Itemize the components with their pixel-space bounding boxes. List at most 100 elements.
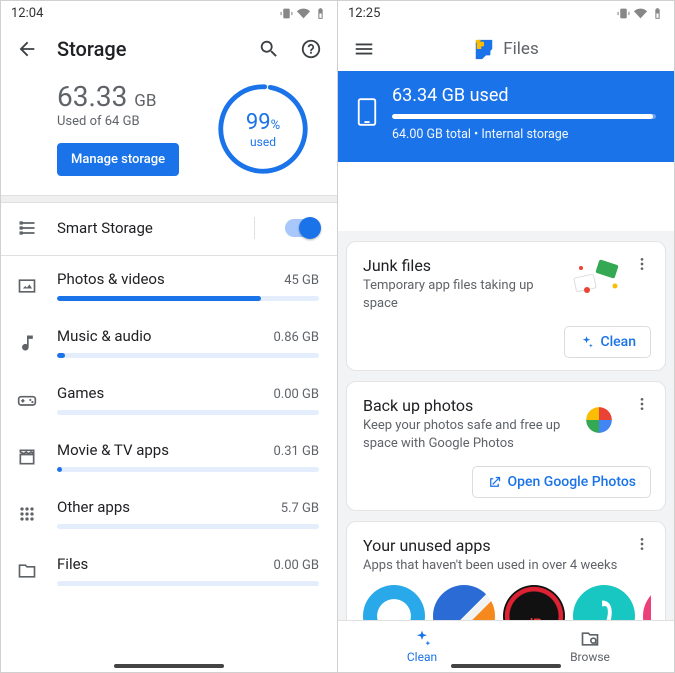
files-brand: Files: [473, 38, 538, 60]
card-desc: Keep your photos safe and free up space …: [363, 417, 563, 452]
category-value: 0.31 GB: [273, 444, 319, 459]
category-bar: [57, 410, 319, 415]
back-button[interactable]: [15, 37, 39, 61]
category-value: 0.00 GB: [273, 558, 319, 573]
smart-storage-icon: [15, 218, 39, 238]
unused-apps-list: dB: [363, 585, 651, 620]
category-row-music[interactable]: Music & audio 0.86 GB: [1, 313, 337, 370]
files-brand-label: Files: [503, 39, 538, 59]
app-icon[interactable]: dB: [503, 585, 565, 620]
card-title: Junk files: [363, 256, 557, 275]
category-value: 5.7 GB: [281, 501, 319, 516]
category-label: Files: [57, 555, 88, 573]
used-amount: 63.33 GB: [57, 82, 195, 113]
status-time: 12:04: [11, 6, 43, 21]
app-bar: Storage: [1, 25, 337, 67]
photos-icon: [15, 276, 39, 296]
status-time: 12:25: [348, 6, 380, 21]
used-subtitle: Used of 64 GB: [57, 114, 195, 129]
storage-summary: 63.33 GB Used of 64 GB Manage storage 99…: [1, 67, 337, 195]
card-title: Your unused apps: [363, 536, 623, 555]
app-icon[interactable]: [643, 585, 651, 620]
category-label: Photos & videos: [57, 270, 165, 288]
smart-storage-label: Smart Storage: [57, 219, 236, 237]
sparkle-icon: [412, 629, 432, 649]
section-divider: [1, 195, 337, 203]
browse-icon: [580, 629, 600, 649]
category-bar: [57, 467, 319, 472]
wifi-icon: [297, 7, 310, 20]
more-vert-icon: [634, 536, 650, 552]
banner-subtitle: 64.00 GB total • Internal storage: [392, 127, 656, 142]
category-row-movie[interactable]: Movie & TV apps 0.31 GB: [1, 427, 337, 484]
help-button[interactable]: [299, 37, 323, 61]
games-icon: [15, 390, 39, 410]
category-label: Movie & TV apps: [57, 441, 169, 459]
category-row-files[interactable]: Files 0.00 GB: [1, 541, 337, 598]
open-google-photos-button[interactable]: Open Google Photos: [472, 466, 652, 498]
card-overflow-button[interactable]: [633, 256, 651, 312]
hamburger-icon: [353, 38, 375, 60]
card-desc: Apps that haven't been used in over 4 we…: [363, 557, 623, 575]
banner-progress: [392, 114, 656, 119]
gesture-hint: [451, 664, 561, 668]
junk-illustration-icon: [567, 256, 623, 302]
app-icon[interactable]: [363, 585, 425, 620]
category-row-photos[interactable]: Photos & videos 45 GB: [1, 256, 337, 313]
gesture-hint: [114, 664, 224, 668]
status-icons: [617, 7, 664, 20]
files-top-bar: Files: [338, 25, 674, 71]
status-icons: [280, 7, 327, 20]
backup-photos-card: Back up photos Keep your photos safe and…: [346, 381, 666, 511]
files-logo-icon: [473, 38, 495, 60]
category-value: 45 GB: [284, 273, 319, 288]
category-bar: [57, 353, 319, 358]
card-desc: Temporary app files taking up space: [363, 277, 557, 312]
open-external-icon: [487, 475, 502, 490]
app-icon[interactable]: [573, 585, 635, 620]
app-icon[interactable]: [433, 585, 495, 620]
settings-storage-screen: 12:04 Storage 63.33 GB Used of 64 GB Man…: [0, 0, 338, 673]
battery-icon: [314, 7, 327, 20]
phone-icon: [356, 97, 378, 131]
card-title: Back up photos: [363, 396, 565, 415]
status-bar: 12:04: [1, 1, 337, 25]
clean-button[interactable]: Clean: [564, 326, 651, 358]
category-bar: [57, 524, 319, 529]
category-label: Music & audio: [57, 327, 151, 345]
category-row-apps[interactable]: Other apps5.7 GB: [1, 484, 337, 541]
search-icon: [258, 38, 280, 60]
cards-area: Junk files Temporary app files taking up…: [338, 231, 674, 620]
battery-icon: [651, 7, 664, 20]
banner-heading: 63.34 GB used: [392, 85, 656, 106]
apps-icon: [15, 504, 39, 524]
vibrate-icon: [617, 7, 630, 20]
help-icon: [300, 38, 322, 60]
movie-icon: [15, 447, 39, 467]
music-icon: [15, 333, 39, 353]
usage-ring: 99% used: [215, 81, 311, 177]
category-bar: [57, 296, 319, 301]
sparkle-icon: [579, 335, 594, 350]
vibrate-icon: [280, 7, 293, 20]
hamburger-button[interactable]: [352, 37, 376, 61]
manage-storage-button[interactable]: Manage storage: [57, 143, 179, 176]
files-app-screen: 12:25 Files 63.34 GB used 64.00 GB total…: [338, 0, 675, 673]
unused-apps-card: Your unused apps Apps that haven't been …: [346, 521, 666, 620]
card-overflow-button[interactable]: [633, 396, 651, 452]
google-photos-icon: [575, 396, 623, 444]
smart-storage-row[interactable]: Smart Storage: [1, 203, 337, 251]
junk-files-card: Junk files Temporary app files taking up…: [346, 241, 666, 371]
category-row-games[interactable]: Games0.00 GB: [1, 370, 337, 427]
category-bar: [57, 581, 319, 586]
storage-banner: 63.34 GB used 64.00 GB total • Internal …: [338, 71, 674, 162]
page-title: Storage: [57, 37, 126, 61]
card-overflow-button[interactable]: [633, 536, 651, 575]
search-button[interactable]: [257, 37, 281, 61]
more-vert-icon: [634, 396, 650, 412]
category-label: Games: [57, 384, 104, 402]
smart-storage-toggle[interactable]: [285, 219, 319, 237]
more-vert-icon: [634, 256, 650, 272]
wifi-icon: [634, 7, 647, 20]
category-value: 0.86 GB: [273, 330, 319, 345]
